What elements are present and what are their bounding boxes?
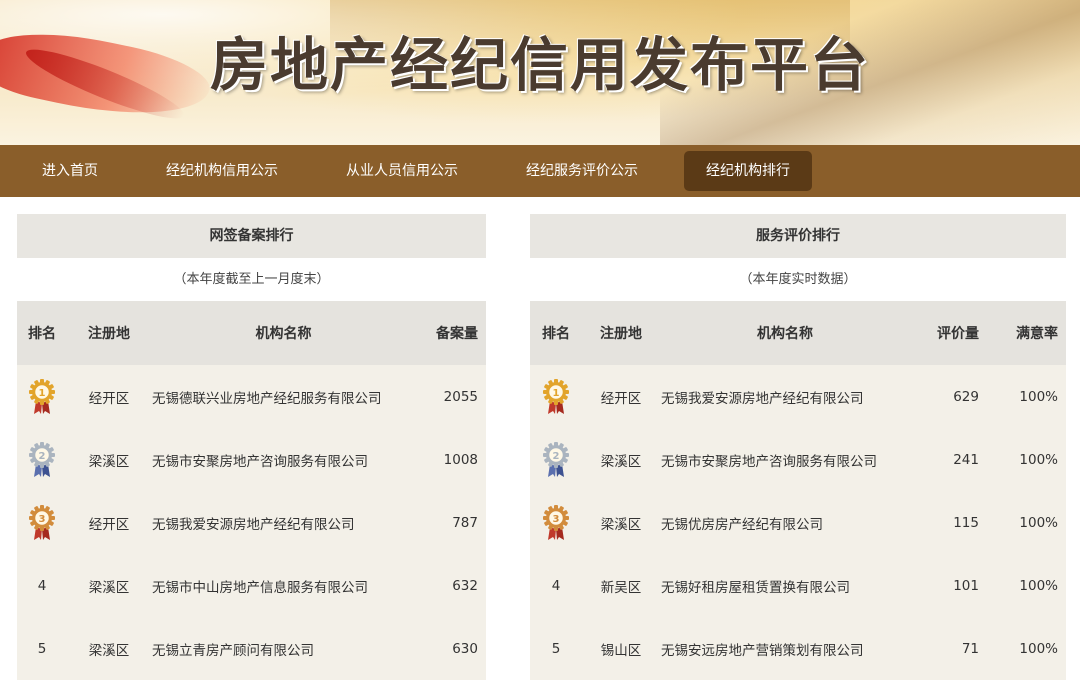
gold-medal-icon: 1: [543, 378, 569, 414]
column-header-count: 备案量: [416, 301, 486, 365]
site-title: 房地产经纪信用发布平台: [209, 31, 870, 99]
svg-text:2: 2: [39, 451, 46, 462]
agency-name-cell[interactable]: 无锡市安聚房地产咨询服务有限公司: [660, 428, 910, 491]
district-cell: 梁溪区: [67, 617, 151, 680]
registration-count-cell: 632: [416, 554, 486, 617]
agency-name-cell[interactable]: 无锡安远房地产营销策划有限公司: [660, 617, 910, 680]
table-row: 2 梁溪区 无锡市安聚房地产咨询服务有限公司 1008: [17, 428, 486, 491]
agency-name-cell[interactable]: 无锡我爱安源房地产经纪有限公司: [151, 491, 416, 554]
rank-cell: 5: [17, 617, 67, 680]
table-row: 3 梁溪区 无锡优房房产经纪有限公司 115 100%: [530, 491, 1066, 554]
svg-text:3: 3: [39, 514, 46, 525]
table-row: 1 经开区 无锡我爱安源房地产经纪有限公司 629 100%: [530, 365, 1066, 428]
satisfaction-rate-cell: 100%: [987, 491, 1066, 554]
column-header-rank: 排名: [530, 301, 582, 365]
nav-item-agency-credit[interactable]: 经纪机构信用公示: [144, 151, 300, 191]
table-row: 4 新吴区 无锡好租房屋租赁置换有限公司 101 100%: [530, 554, 1066, 617]
table-header-row: 排名 注册地 机构名称 备案量: [17, 301, 486, 365]
agency-name-cell[interactable]: 无锡德联兴业房地产经纪服务有限公司: [151, 365, 416, 428]
agency-name-cell[interactable]: 无锡优房房产经纪有限公司: [660, 491, 910, 554]
district-cell: 经开区: [67, 491, 151, 554]
agency-name-cell[interactable]: 无锡市安聚房地产咨询服务有限公司: [151, 428, 416, 491]
rating-count-cell: 115: [910, 491, 987, 554]
registration-ranking-table: 排名 注册地 机构名称 备案量 1 经开区 无锡德联兴业房地产经纪服务有限公司 205…: [17, 301, 486, 680]
satisfaction-rate-cell: 100%: [987, 617, 1066, 680]
bronze-medal-icon: 3: [543, 504, 569, 540]
silver-medal-icon: 2: [543, 441, 569, 477]
table-row: 5 锡山区 无锡安远房地产营销策划有限公司 71 100%: [530, 617, 1066, 680]
district-cell: 经开区: [582, 365, 660, 428]
agency-name-cell[interactable]: 无锡好租房屋租赁置换有限公司: [660, 554, 910, 617]
agency-name-cell[interactable]: 无锡市中山房地产信息服务有限公司: [151, 554, 416, 617]
rank-cell: 1: [17, 365, 67, 428]
nav-item-service-rating[interactable]: 经纪服务评价公示: [504, 151, 660, 191]
service-rating-ranking-panel: 服务评价排行 （本年度实时数据） 排名 注册地 机构名称 评价量 满意率 1 经开…: [530, 214, 1066, 680]
district-cell: 新吴区: [582, 554, 660, 617]
district-cell: 梁溪区: [67, 554, 151, 617]
rank-number: 4: [37, 577, 47, 594]
bronze-medal-icon: 3: [29, 504, 55, 540]
registration-ranking-panel: 网签备案排行 （本年度截至上一月度末） 排名 注册地 机构名称 备案量 1 经开区…: [17, 214, 486, 680]
rank-cell: 3: [17, 491, 67, 554]
agency-name-cell[interactable]: 无锡立青房产顾问有限公司: [151, 617, 416, 680]
table-row: 5 梁溪区 无锡立青房产顾问有限公司 630: [17, 617, 486, 680]
rank-cell: 2: [530, 428, 582, 491]
satisfaction-rate-cell: 100%: [987, 365, 1066, 428]
rank-cell: 4: [17, 554, 67, 617]
header-banner: 房地产经纪信用发布平台: [0, 0, 1080, 145]
rating-count-cell: 101: [910, 554, 987, 617]
column-header-rank: 排名: [17, 301, 67, 365]
panel-subtitle: （本年度截至上一月度末）: [17, 258, 486, 301]
column-header-name: 机构名称: [151, 301, 416, 365]
table-row: 2 梁溪区 无锡市安聚房地产咨询服务有限公司 241 100%: [530, 428, 1066, 491]
rating-count-cell: 629: [910, 365, 987, 428]
svg-text:1: 1: [553, 388, 560, 399]
nav-item-staff-credit[interactable]: 从业人员信用公示: [324, 151, 480, 191]
table-header-row: 排名 注册地 机构名称 评价量 满意率: [530, 301, 1066, 365]
column-header-district: 注册地: [582, 301, 660, 365]
svg-text:3: 3: [553, 514, 560, 525]
rating-count-cell: 71: [910, 617, 987, 680]
rank-cell: 4: [530, 554, 582, 617]
panel-subtitle: （本年度实时数据）: [530, 258, 1066, 301]
panel-title: 网签备案排行: [17, 214, 486, 258]
satisfaction-rate-cell: 100%: [987, 428, 1066, 491]
rank-cell: 3: [530, 491, 582, 554]
rank-number: 5: [37, 640, 47, 657]
column-header-district: 注册地: [67, 301, 151, 365]
panel-title: 服务评价排行: [530, 214, 1066, 258]
column-header-rating-count: 评价量: [910, 301, 987, 365]
registration-count-cell: 630: [416, 617, 486, 680]
registration-count-cell: 2055: [416, 365, 486, 428]
district-cell: 梁溪区: [67, 428, 151, 491]
rating-count-cell: 241: [910, 428, 987, 491]
registration-count-cell: 787: [416, 491, 486, 554]
svg-text:1: 1: [39, 388, 46, 399]
district-cell: 锡山区: [582, 617, 660, 680]
rank-cell: 2: [17, 428, 67, 491]
nav-item-agency-ranking[interactable]: 经纪机构排行: [684, 151, 812, 191]
registration-count-cell: 1008: [416, 428, 486, 491]
rank-cell: 5: [530, 617, 582, 680]
column-header-satisfaction: 满意率: [987, 301, 1066, 365]
district-cell: 梁溪区: [582, 428, 660, 491]
silver-medal-icon: 2: [29, 441, 55, 477]
rank-number: 5: [551, 640, 561, 657]
agency-name-cell[interactable]: 无锡我爱安源房地产经纪有限公司: [660, 365, 910, 428]
district-cell: 梁溪区: [582, 491, 660, 554]
table-row: 4 梁溪区 无锡市中山房地产信息服务有限公司 632: [17, 554, 486, 617]
nav-item-home[interactable]: 进入首页: [20, 151, 120, 191]
satisfaction-rate-cell: 100%: [987, 554, 1066, 617]
table-row: 1 经开区 无锡德联兴业房地产经纪服务有限公司 2055: [17, 365, 486, 428]
svg-text:2: 2: [553, 451, 560, 462]
main-nav: 进入首页 经纪机构信用公示 从业人员信用公示 经纪服务评价公示 经纪机构排行: [0, 145, 1080, 197]
rank-cell: 1: [530, 365, 582, 428]
rank-number: 4: [551, 577, 561, 594]
column-header-name: 机构名称: [660, 301, 910, 365]
gold-medal-icon: 1: [29, 378, 55, 414]
table-row: 3 经开区 无锡我爱安源房地产经纪有限公司 787: [17, 491, 486, 554]
district-cell: 经开区: [67, 365, 151, 428]
service-rating-ranking-table: 排名 注册地 机构名称 评价量 满意率 1 经开区 无锡我爱安源房地产经纪有限公司 6…: [530, 301, 1066, 680]
